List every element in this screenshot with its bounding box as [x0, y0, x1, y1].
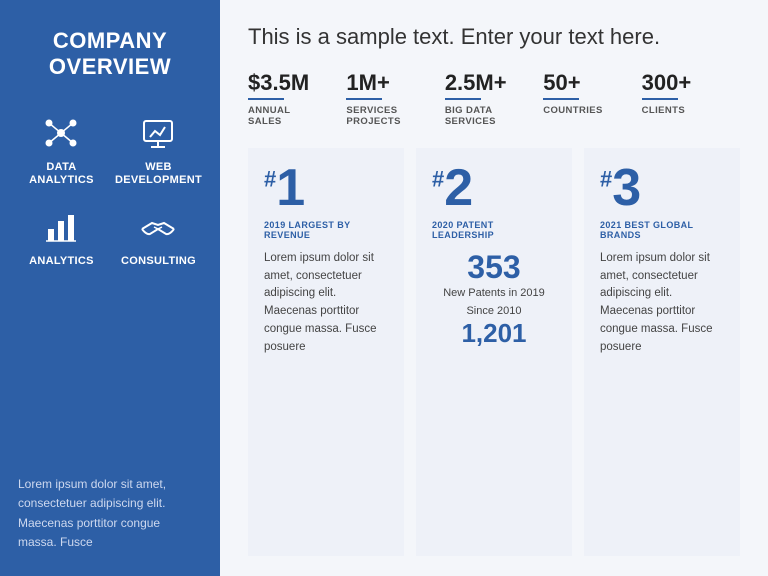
stat-divider — [445, 98, 481, 100]
main-tagline: This is a sample text. Enter your text h… — [248, 24, 740, 50]
stat-item: 1M+ SERVICESPROJECTS — [346, 72, 444, 128]
sidebar-item-label-data-analytics: DATAANALYTICS — [29, 161, 94, 187]
stat-item: 300+ CLIENTS — [642, 72, 740, 128]
stat-value: 2.5M+ — [445, 72, 507, 94]
sidebar-item-analytics: ANALYTICS — [18, 205, 105, 268]
sidebar-item-label-analytics: ANALYTICS — [29, 255, 94, 268]
rank-title: 2019 LARGEST BY REVENUE — [264, 220, 388, 240]
handshake-icon — [136, 205, 180, 249]
stat-label: COUNTRIES — [543, 105, 603, 116]
stat-value: 1M+ — [346, 72, 389, 94]
sidebar-icons-grid: DATAANALYTICS WEBDEVELOPMENT — [18, 111, 202, 269]
rank-body: Lorem ipsum dolor sit amet, consectetuer… — [264, 250, 388, 357]
rank-big-num: 353 — [432, 250, 556, 285]
sidebar-item-label-web-development: WEBDEVELOPMENT — [115, 161, 202, 187]
stat-value: 50+ — [543, 72, 580, 94]
rankings-row: #1 2019 LARGEST BY REVENUE Lorem ipsum d… — [248, 148, 740, 556]
sidebar-item-label-consulting: CONSULTING — [121, 255, 196, 268]
sidebar-description: Lorem ipsum dolor sit amet, consectetuer… — [18, 475, 202, 552]
rank-number: #1 — [264, 162, 388, 214]
stat-value: $3.5M — [248, 72, 309, 94]
presentation-icon — [136, 111, 180, 155]
stat-divider — [543, 98, 579, 100]
rank-since-label: Since 2010 — [432, 305, 556, 317]
stat-item: $3.5M ANNUALSALES — [248, 72, 346, 128]
rank-title: 2021 BEST GLOBAL BRANDS — [600, 220, 724, 240]
rank-card: #3 2021 BEST GLOBAL BRANDS Lorem ipsum d… — [584, 148, 740, 556]
stat-divider — [248, 98, 284, 100]
rank-title: 2020 PATENT LEADERSHIP — [432, 220, 556, 240]
rank-big-label: New Patents in 2019 — [432, 287, 556, 299]
stat-item: 50+ COUNTRIES — [543, 72, 641, 128]
stat-value: 300+ — [642, 72, 692, 94]
stats-row: $3.5M ANNUALSALES 1M+ SERVICESPROJECTS 2… — [248, 72, 740, 128]
main-content: This is a sample text. Enter your text h… — [220, 0, 768, 576]
rank-since-num: 1,201 — [432, 319, 556, 348]
sidebar-item-consulting: CONSULTING — [115, 205, 202, 268]
rank-body: Lorem ipsum dolor sit amet, consectetuer… — [600, 250, 724, 357]
rank-card: #1 2019 LARGEST BY REVENUE Lorem ipsum d… — [248, 148, 404, 556]
stat-label: SERVICESPROJECTS — [346, 105, 400, 128]
stat-divider — [642, 98, 678, 100]
sidebar-item-web-development: WEBDEVELOPMENT — [115, 111, 202, 187]
stat-label: BIG DATASERVICES — [445, 105, 496, 128]
sidebar: COMPANYOVERVIEW DATAANALYTICS — [0, 0, 220, 576]
rank-number: #3 — [600, 162, 724, 214]
stat-label: ANNUALSALES — [248, 105, 291, 128]
rank-number: #2 — [432, 162, 556, 214]
sidebar-title: COMPANYOVERVIEW — [18, 28, 202, 81]
stat-divider — [346, 98, 382, 100]
sidebar-item-data-analytics: DATAANALYTICS — [18, 111, 105, 187]
network-icon — [39, 111, 83, 155]
rank-card: #2 2020 PATENT LEADERSHIP 353 New Patent… — [416, 148, 572, 556]
barchart-icon — [39, 205, 83, 249]
stat-item: 2.5M+ BIG DATASERVICES — [445, 72, 543, 128]
stat-label: CLIENTS — [642, 105, 685, 116]
